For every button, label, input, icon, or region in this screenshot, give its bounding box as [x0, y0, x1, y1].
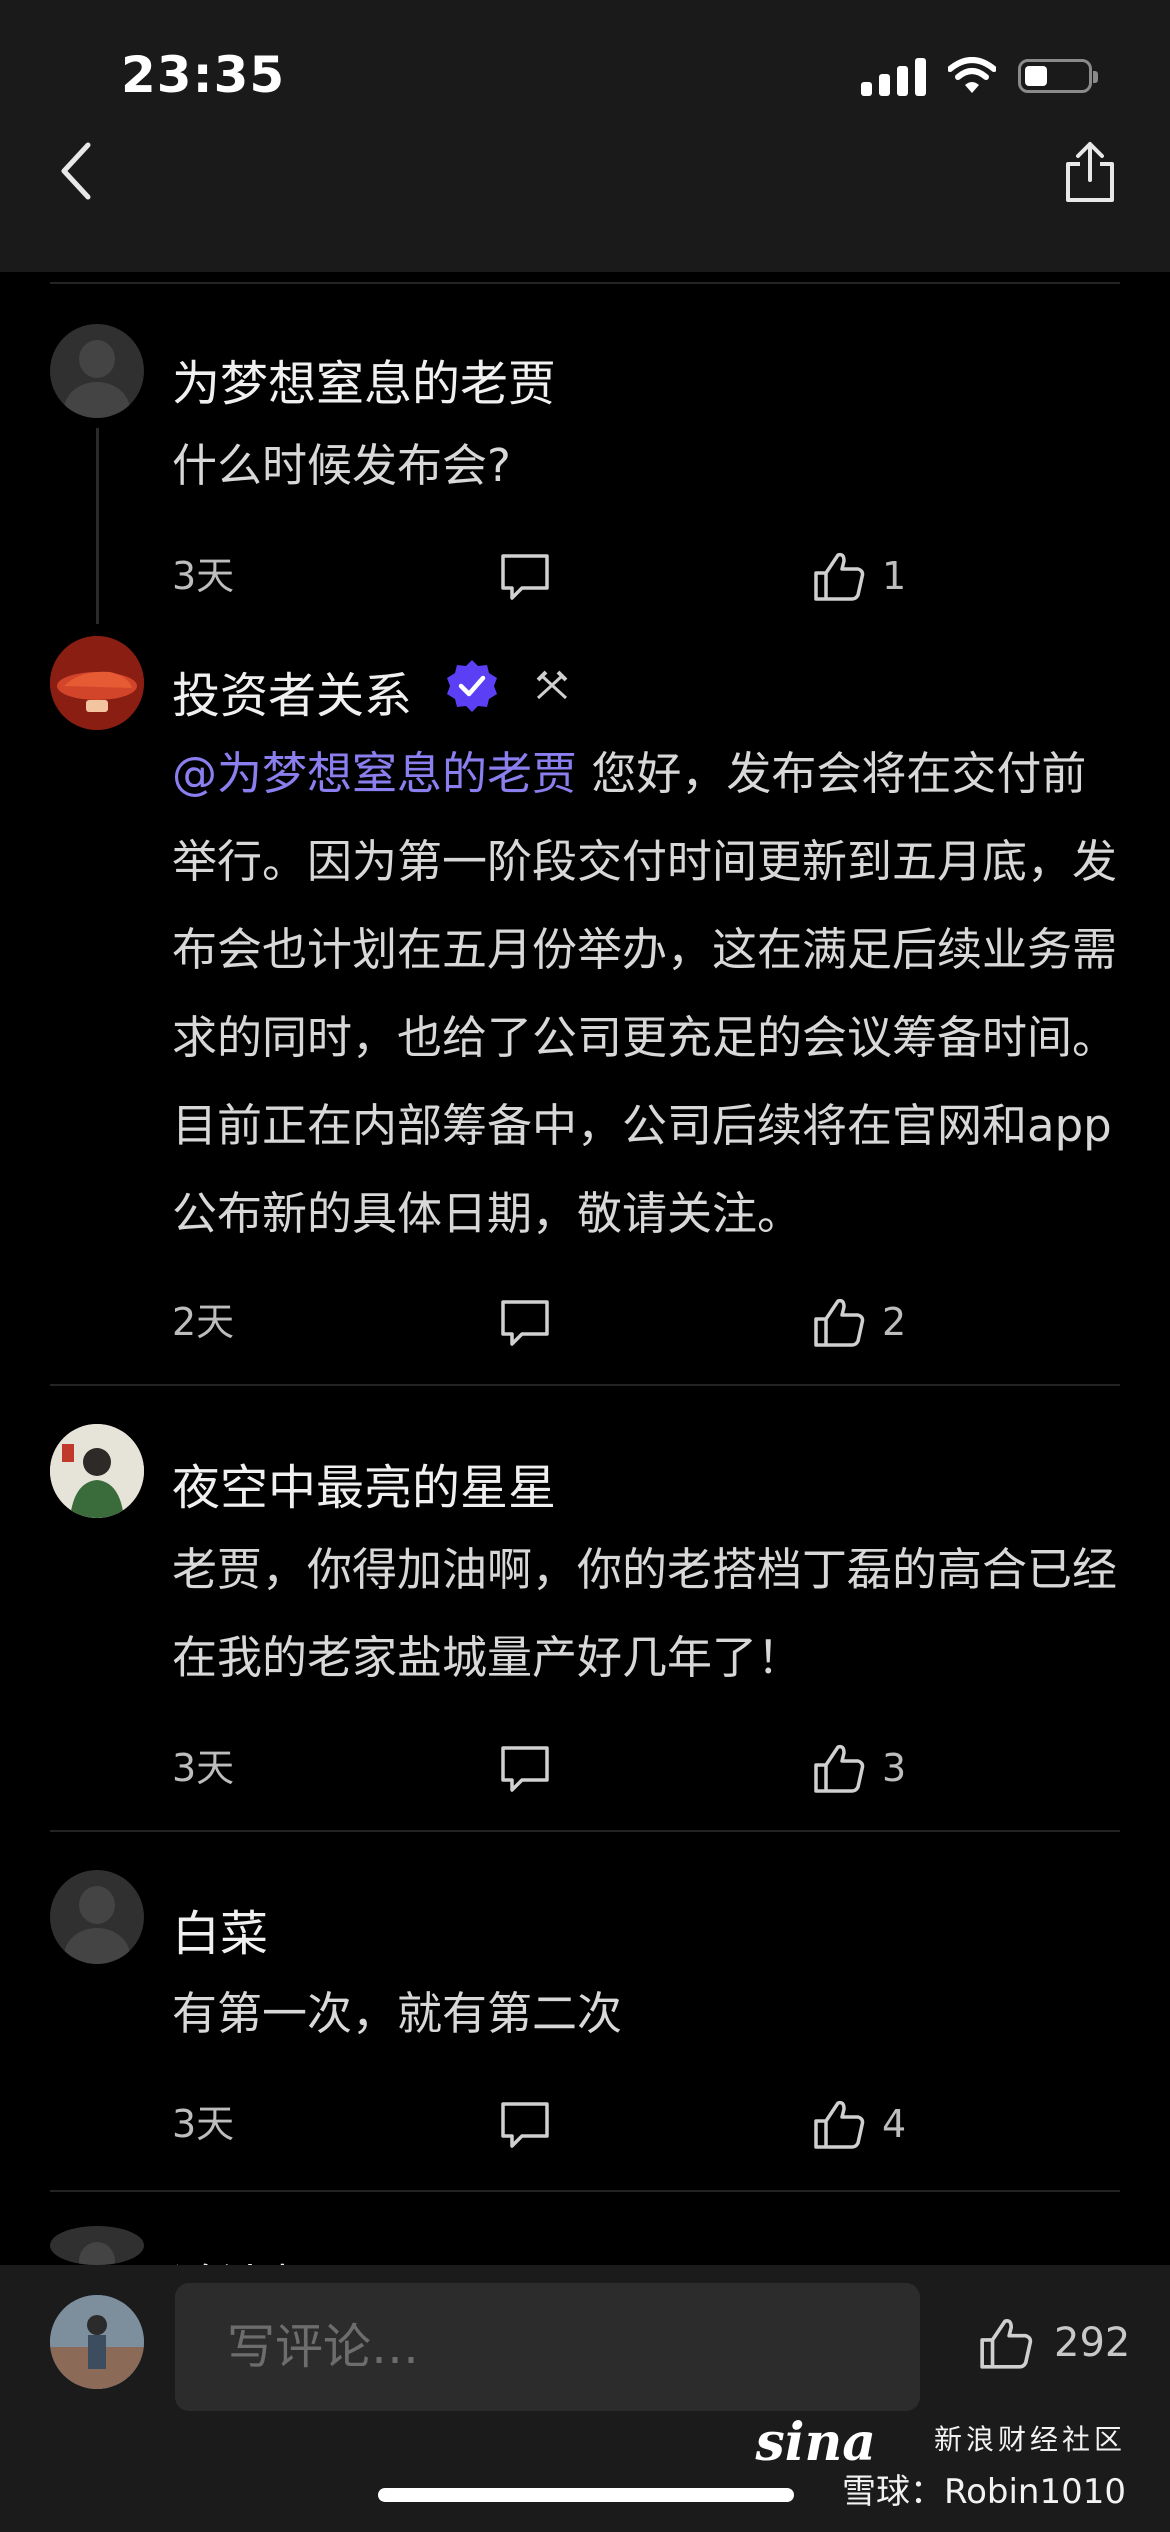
- comment-username[interactable]: 夜空中最亮的星星: [172, 1448, 556, 1518]
- like-button[interactable]: 3: [812, 1738, 906, 1798]
- avatar[interactable]: [50, 636, 144, 730]
- post-like-count: 292: [1054, 2320, 1131, 2366]
- wifi-icon: [948, 57, 996, 93]
- divider: [50, 282, 1120, 284]
- comment-age: 3天: [172, 554, 235, 598]
- verified-badge-icon: [447, 660, 497, 712]
- crossed-hammers-icon: [536, 670, 568, 700]
- like-button[interactable]: 2: [812, 1292, 906, 1352]
- watermark: sina 新浪财经社区 雪球：Robin1010: [755, 2412, 1126, 2513]
- cellular-signal-icon: [861, 56, 926, 96]
- thumbs-up-icon: [814, 1298, 865, 1347]
- like-count: 3: [882, 1746, 907, 1790]
- like-count: 4: [882, 2102, 907, 2146]
- reply-icon[interactable]: [498, 1742, 552, 1796]
- divider: [50, 1830, 1120, 1832]
- comment-age: 2天: [172, 1300, 235, 1344]
- comment-text: 什么时候发布会?: [172, 439, 511, 492]
- thumbs-up-icon: [980, 2319, 1033, 2369]
- thread-connector-line: [96, 428, 99, 624]
- share-icon: [1066, 142, 1114, 202]
- battery-icon: [1018, 59, 1098, 93]
- like-button[interactable]: 1: [812, 546, 906, 606]
- top-bar: 23:35: [0, 0, 1170, 272]
- comment-text: 老贾，你得加油啊，你的老搭档丁磊的高合已经在我的老家盐城量产好几年了！: [172, 1543, 1118, 1684]
- status-time: 23:35: [121, 46, 286, 104]
- comment-username[interactable]: 为梦想窒息的老贾: [172, 344, 556, 414]
- back-button[interactable]: [48, 136, 104, 206]
- reply-icon[interactable]: [498, 550, 552, 604]
- comment-input[interactable]: 写评论…: [175, 2283, 920, 2411]
- thumbs-up-icon: [814, 552, 865, 601]
- like-count: 2: [882, 1300, 907, 1344]
- comment-username[interactable]: 白菜: [172, 1894, 268, 1964]
- comment-age: 3天: [172, 1746, 235, 1790]
- share-button[interactable]: [1056, 136, 1124, 208]
- reply-icon[interactable]: [498, 2098, 552, 2152]
- like-button[interactable]: 4: [812, 2094, 906, 2154]
- thumbs-up-icon: [814, 1744, 865, 1793]
- avatar[interactable]: [50, 324, 144, 418]
- user-mention[interactable]: @为梦想窒息的老贾: [172, 747, 577, 800]
- avatar[interactable]: [50, 1424, 144, 1518]
- reply-icon[interactable]: [498, 1296, 552, 1350]
- home-indicator[interactable]: [378, 2488, 794, 2502]
- like-post-button[interactable]: 292: [978, 2315, 1130, 2371]
- my-avatar[interactable]: [50, 2295, 144, 2389]
- user-photo-icon: [50, 2295, 144, 2389]
- watermark-line-1: 新浪财经社区: [933, 2423, 1126, 2456]
- chevron-left-icon: [61, 142, 91, 200]
- comment-text: 有第一次，就有第二次: [172, 1987, 623, 2040]
- user-photo-icon: [50, 1424, 144, 1518]
- comment-username[interactable]: 投资者关系: [172, 656, 412, 726]
- comment-actions: 2天 2: [172, 1292, 1072, 1352]
- divider: [50, 1384, 1120, 1386]
- comment-actions: 3天 3: [172, 1738, 1072, 1798]
- comment-actions: 3天 1: [172, 546, 1072, 606]
- comment-username[interactable]: 鸿沐频: [172, 2248, 316, 2265]
- car-logo-icon: [50, 636, 144, 730]
- sina-logo: sina: [755, 2412, 876, 2473]
- comment-age: 3天: [172, 2102, 235, 2146]
- status-icons: [861, 56, 1098, 96]
- watermark-line-2: 雪球：Robin1010: [841, 2472, 1126, 2512]
- thumbs-up-icon: [814, 2100, 865, 2149]
- divider: [50, 2190, 1120, 2192]
- avatar[interactable]: [50, 2226, 144, 2265]
- comment-actions: 3天 4: [172, 2094, 1072, 2154]
- comment-text: @为梦想窒息的老贾 您好，发布会将在交付前举行。因为第一阶段交付时间更新到五月底…: [172, 747, 1118, 1240]
- avatar[interactable]: [50, 1870, 144, 1964]
- like-count: 1: [882, 554, 907, 598]
